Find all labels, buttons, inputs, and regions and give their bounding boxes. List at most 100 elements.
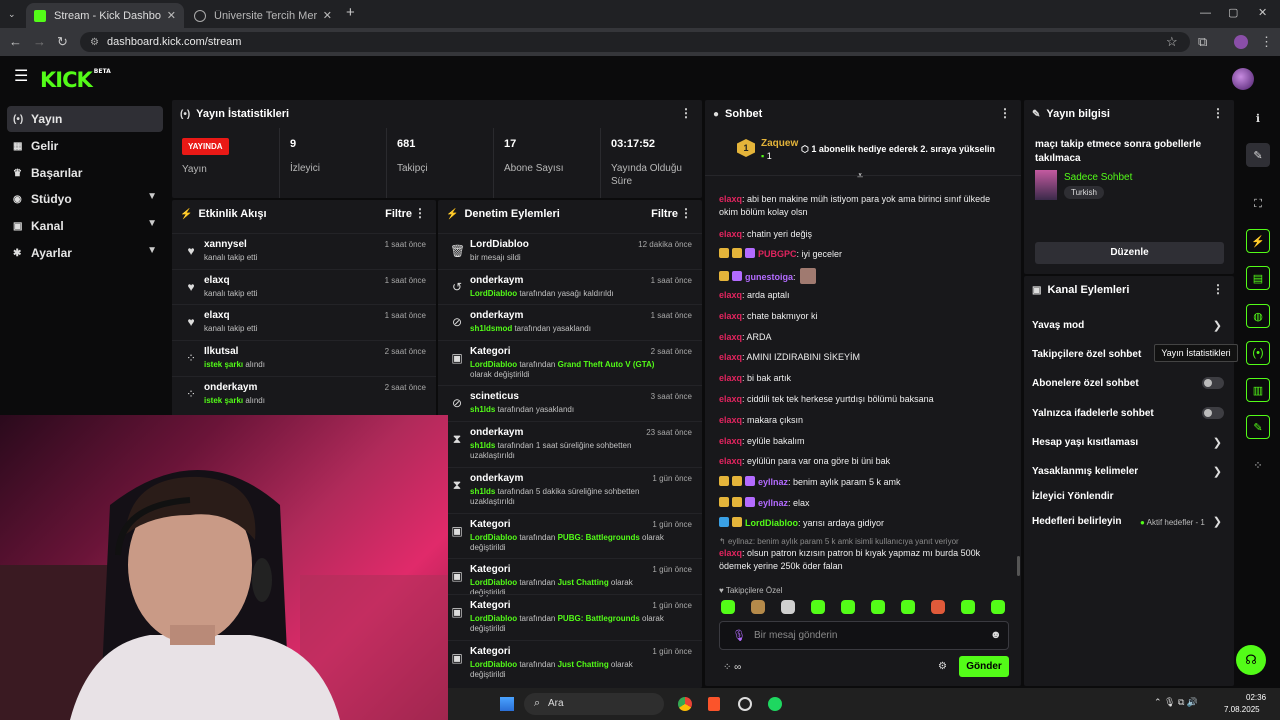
chrome-app-icon[interactable] xyxy=(678,697,692,711)
moderation-target-name[interactable]: scineticus xyxy=(470,391,519,402)
site-info-icon[interactable]: ⚙ xyxy=(90,37,99,48)
taskbar-search-input[interactable]: ⌕ Ara xyxy=(524,693,664,715)
moderation-target-name[interactable]: LordDiabloo xyxy=(470,239,529,250)
chat-username[interactable]: gunestoiga xyxy=(745,272,793,282)
emote-icon[interactable] xyxy=(811,600,825,614)
chat-message[interactable]: elaxq: bi bak artık xyxy=(719,372,997,385)
rail-edit-icon[interactable]: ✎ xyxy=(1246,143,1270,167)
chevron-right-icon[interactable]: ❯ xyxy=(1213,319,1222,332)
moderation-filter-button[interactable]: Filtre xyxy=(651,208,678,220)
points-icon[interactable]: ⁘ ∞ xyxy=(723,662,741,673)
emote-icon[interactable] xyxy=(751,600,765,614)
close-window-icon[interactable]: ✕ xyxy=(1258,6,1267,20)
chat-username[interactable]: elaxq xyxy=(719,311,742,321)
pinned-gift-banner[interactable]: 1 Zaquew ▪ 1 ⬡ 1 abonelik hediye ederek … xyxy=(705,128,1021,176)
edit-button[interactable]: Düzenle xyxy=(1035,242,1224,264)
moderation-target-name[interactable]: Kategori xyxy=(470,600,511,611)
chat-message[interactable]: elaxq: AMINI IZDIRABINI SİKEYİM xyxy=(719,351,997,364)
more-options-icon[interactable]: ⋮ xyxy=(1212,106,1224,120)
moderation-target-name[interactable]: Kategori xyxy=(470,564,511,575)
moderation-target-name[interactable]: Kategori xyxy=(470,346,511,357)
windows-start-icon[interactable] xyxy=(500,697,514,711)
bookmark-star-icon[interactable]: ☆ xyxy=(1166,35,1178,49)
chat-message[interactable]: eyllnaz: benim aylık param 5 k amk xyxy=(719,476,997,489)
browser-menu-icon[interactable]: ⋮ xyxy=(1260,35,1273,49)
chat-username[interactable]: LordDiabloo xyxy=(745,518,798,528)
hamburger-menu-icon[interactable]: ☰ xyxy=(14,69,28,85)
chat-message[interactable]: gunestoiga: xyxy=(719,268,997,284)
tray-icons[interactable]: ⌃ 🎙 ⧉ 🔊 xyxy=(1154,697,1198,708)
brave-app-icon[interactable] xyxy=(708,697,720,711)
emote-icon[interactable] xyxy=(871,600,885,614)
close-tab-icon[interactable]: ✕ xyxy=(167,9,176,22)
emote-only-row[interactable]: Yalnızca ifadelerle sohbet xyxy=(1032,408,1228,419)
kick-logo[interactable]: KICK BETA xyxy=(40,68,111,92)
chat-username[interactable]: elaxq xyxy=(719,456,742,466)
host-viewers-row[interactable]: İzleyici Yönlendir xyxy=(1032,491,1228,502)
maximize-icon[interactable]: ▢ xyxy=(1228,6,1238,20)
more-options-icon[interactable]: ⋮ xyxy=(680,206,692,220)
moderation-target-name[interactable]: onderkaym xyxy=(470,275,523,286)
microphone-icon[interactable]: 🎙 xyxy=(732,629,746,642)
sidebar-item-gelir[interactable]: ▦ Gelir xyxy=(7,133,163,159)
chat-message[interactable]: PUBGPC: iyi geceler xyxy=(719,248,997,261)
chat-username[interactable]: elaxq xyxy=(719,194,742,204)
chevron-right-icon[interactable]: ❯ xyxy=(1213,436,1222,449)
chat-scrollbar[interactable] xyxy=(1017,556,1020,576)
tab-universite[interactable]: Üniversite Tercih Merkezi | Üniv ✕ xyxy=(186,3,340,28)
chat-username[interactable]: PUBGPC xyxy=(758,249,797,259)
tab-kick-dashboard[interactable]: Stream - Kick Dashboard ✕ xyxy=(26,3,184,28)
chat-message[interactable]: elaxq: olsun patron kızısın patron bi kı… xyxy=(719,547,997,573)
chat-username[interactable]: eyllnaz xyxy=(758,477,788,487)
chat-message[interactable]: elaxq: ciddili tek tek herkese yurtdışı … xyxy=(719,393,997,406)
slow-mode-row[interactable]: Yavaş mod xyxy=(1032,320,1228,331)
emote-icon[interactable] xyxy=(721,600,735,614)
activity-filter-button[interactable]: Filtre xyxy=(385,208,412,220)
moderation-target-name[interactable]: Kategori xyxy=(470,646,511,657)
banned-words-row[interactable]: Yasaklanmış kelimeler xyxy=(1032,466,1228,477)
subscribers-only-toggle[interactable] xyxy=(1202,377,1224,389)
chat-message[interactable]: elaxq: chatin yeri değiş xyxy=(719,228,997,241)
rail-chat-icon[interactable]: ◍ xyxy=(1246,304,1270,328)
moderation-target-name[interactable]: Kategori xyxy=(470,519,511,530)
rail-stream-info-icon[interactable]: ✎ xyxy=(1246,415,1270,439)
more-options-icon[interactable]: ⋮ xyxy=(414,206,426,220)
chat-message[interactable]: elaxq: makara çıksın xyxy=(719,414,997,427)
reload-icon[interactable]: ↻ xyxy=(57,35,68,49)
chat-message[interactable]: elaxq: chate bakmıyor ki xyxy=(719,310,997,323)
url-field[interactable]: ⚙ dashboard.kick.com/stream xyxy=(80,32,1190,52)
chat-username[interactable]: elaxq xyxy=(719,229,742,239)
chat-message[interactable]: eyllnaz: elax xyxy=(719,497,997,510)
spotify-app-icon[interactable] xyxy=(768,697,782,711)
chat-message[interactable]: elaxq: ARDA xyxy=(719,331,997,344)
chevron-right-icon[interactable]: ❯ xyxy=(1213,465,1222,478)
chat-username[interactable]: elaxq xyxy=(719,290,742,300)
chat-username[interactable]: elaxq xyxy=(719,415,742,425)
minimize-icon[interactable]: — xyxy=(1200,6,1211,20)
more-options-icon[interactable]: ⋮ xyxy=(999,106,1011,120)
emote-icon[interactable] xyxy=(931,600,945,614)
user-avatar[interactable] xyxy=(1232,68,1254,90)
subscribers-only-row[interactable]: Abonelere özel sohbet xyxy=(1032,378,1228,389)
back-icon[interactable]: ← xyxy=(9,35,22,49)
obs-app-icon[interactable] xyxy=(738,697,752,711)
more-options-icon[interactable]: ⋮ xyxy=(1212,282,1224,296)
rail-clip-icon[interactable]: ⛶ xyxy=(1246,192,1270,216)
chat-username[interactable]: elaxq xyxy=(719,436,742,446)
chevron-right-icon[interactable]: ❯ xyxy=(1213,515,1222,528)
rail-info-icon[interactable]: ℹ xyxy=(1246,106,1270,130)
chat-message[interactable]: elaxq: arda aptalı xyxy=(719,289,997,302)
chat-message[interactable]: elaxq: eylülün para var ona göre bi üni … xyxy=(719,455,997,468)
chat-username[interactable]: eyllnaz xyxy=(758,498,788,508)
new-tab-icon[interactable]: + xyxy=(346,5,355,20)
chat-input[interactable]: 🎙 Bir mesaj gönderin ☻ xyxy=(719,621,1009,650)
moderation-target-name[interactable]: onderkaym xyxy=(470,427,523,438)
moderation-target-name[interactable]: onderkaym xyxy=(470,310,523,321)
rail-chat-log-icon[interactable]: ▤ xyxy=(1246,266,1270,290)
chat-username[interactable]: elaxq xyxy=(719,394,742,404)
emote-icon[interactable] xyxy=(901,600,915,614)
emoji-icon[interactable]: ☻ xyxy=(990,629,1002,641)
chat-message[interactable]: LordDiabloo: yarısı ardaya gidiyor xyxy=(719,517,997,530)
tag-badge[interactable]: Turkish xyxy=(1064,186,1104,199)
sidebar-item-studyo[interactable]: ◉ Stüdyo ▼ xyxy=(7,186,163,212)
